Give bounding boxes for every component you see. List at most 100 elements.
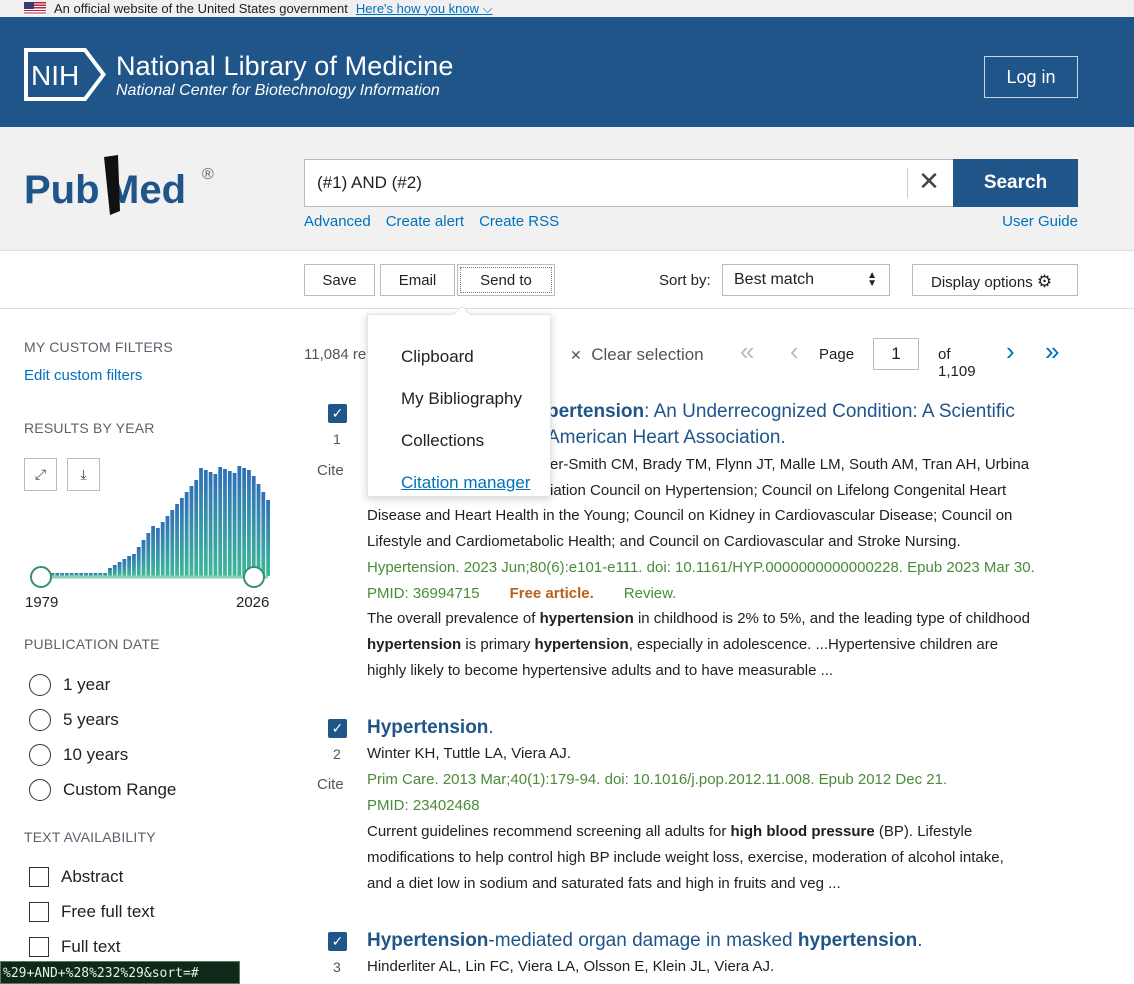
checkbox[interactable] <box>29 902 49 922</box>
previous-page-icon[interactable]: ‹ <box>790 336 799 367</box>
nih-header: NIH National Library of Medicine Nationa… <box>0 17 1134 127</box>
send-to-button[interactable]: Send to <box>457 264 555 296</box>
article-title[interactable]: pertension: An Underrecognized Condition… <box>547 399 1015 425</box>
article-authors-2: iation Council on Hypertension; Council … <box>550 482 1007 499</box>
svg-text:Pub: Pub <box>24 168 100 212</box>
clear-search-icon[interactable]: ✕ <box>917 169 941 195</box>
article-authors-3: Disease and Heart Health in the Young; C… <box>367 507 1013 524</box>
year-bar <box>218 467 223 576</box>
next-page-icon[interactable]: › <box>1006 336 1015 367</box>
sort-select[interactable]: Best match ▲ ▼ <box>722 264 890 296</box>
ncbi-subtitle: National Center for Biotechnology Inform… <box>116 82 440 99</box>
search-button[interactable]: Search <box>953 159 1078 207</box>
sort-value: Best match <box>734 271 815 288</box>
checkbox[interactable] <box>29 937 49 957</box>
menu-item-collections[interactable]: Collections <box>401 431 484 451</box>
year-bar <box>251 476 256 576</box>
radio-button[interactable] <box>29 744 51 766</box>
gear-icon: ⚙ <box>1036 272 1053 291</box>
year-bar <box>242 468 247 576</box>
svg-text:®: ® <box>202 166 214 183</box>
article-checkbox[interactable]: ✓ <box>328 404 347 423</box>
year-end-handle[interactable] <box>243 566 265 588</box>
nlm-title[interactable]: National Library of Medicine <box>116 51 453 82</box>
svg-text:NIH: NIH <box>31 60 79 91</box>
checkbox[interactable] <box>29 867 49 887</box>
radio-label: 5 years <box>63 710 119 729</box>
filter-abstract[interactable]: Abstract <box>29 867 123 887</box>
send-to-menu: Clipboard My Bibliography Collections Ci… <box>367 305 551 497</box>
page-total: of 1,109 <box>938 346 976 380</box>
display-options-label: Display options <box>931 274 1033 291</box>
filter-full-text[interactable]: Full text <box>29 937 121 957</box>
last-page-icon[interactable]: » <box>1045 336 1059 367</box>
article-checkbox[interactable]: ✓ <box>328 932 347 951</box>
search-divider <box>907 168 908 198</box>
cite-button[interactable]: Cite <box>317 776 344 793</box>
year-bar <box>170 510 175 576</box>
checkbox-label: Abstract <box>61 867 124 886</box>
search-band: Pub Med ® ✕ Search Advanced Create alert… <box>0 127 1134 251</box>
search-input[interactable] <box>305 160 905 206</box>
article-title[interactable]: Hypertension-mediated organ damage in ma… <box>367 928 922 954</box>
pub-date-5-years[interactable]: 5 years <box>29 709 119 731</box>
radio-label: 1 year <box>63 675 111 694</box>
year-bar <box>189 486 194 576</box>
search-box: ✕ <box>304 159 954 207</box>
cite-button[interactable]: Cite <box>317 462 344 479</box>
clear-selection-button[interactable]: ✕ Clear selection <box>570 345 704 365</box>
page-number-input[interactable]: 1 <box>873 338 919 370</box>
menu-item-my-bibliography[interactable]: My Bibliography <box>401 389 522 409</box>
pub-date-10-years[interactable]: 10 years <box>29 744 128 766</box>
save-button[interactable]: Save <box>304 264 375 296</box>
advanced-link[interactable]: Advanced <box>304 213 371 230</box>
create-alert-link[interactable]: Create alert <box>386 213 464 230</box>
year-bar <box>232 473 237 576</box>
how-you-know-link[interactable]: Here's how you know ⌵ <box>356 1 493 17</box>
checkbox-label: Full text <box>61 937 121 956</box>
year-bar <box>266 500 270 576</box>
pubmed-logo[interactable]: Pub Med ® <box>24 153 224 223</box>
article-snippet-3: highly likely to become hypertensive adu… <box>367 662 834 679</box>
login-button[interactable]: Log in <box>984 56 1078 98</box>
article-checkbox[interactable]: ✓ <box>328 719 347 738</box>
gov-banner-text: An official website of the United States… <box>54 1 348 16</box>
checkbox-label: Free full text <box>61 902 155 921</box>
article-snippet-2: hypertension is primary hypertension, es… <box>367 636 999 653</box>
menu-item-citation-manager[interactable]: Citation manager <box>401 473 530 493</box>
article-pmid: PMID: 36994715 <box>367 585 480 602</box>
year-bar <box>112 565 117 576</box>
edit-custom-filters-link[interactable]: Edit custom filters <box>24 367 142 384</box>
user-guide-link[interactable]: User Guide <box>1002 213 1078 230</box>
radio-label: 10 years <box>63 745 129 764</box>
year-bar <box>237 466 242 576</box>
results-count: 11,084 re <box>304 346 367 363</box>
article-snippet-2: modifications to help control high BP in… <box>367 849 1004 866</box>
nih-logo[interactable]: NIH <box>24 48 106 101</box>
search-sublinks: Advanced Create alert Create RSS <box>304 213 559 230</box>
menu-item-clipboard[interactable]: Clipboard <box>401 347 474 367</box>
create-rss-link[interactable]: Create RSS <box>479 213 559 230</box>
results-toolbar: Save Email Send to Sort by: Best match ▲… <box>0 251 1134 309</box>
pub-date-1-year[interactable]: 1 year <box>29 674 110 696</box>
chevron-down-icon: ⌵ <box>482 0 493 16</box>
filter-free-full-text[interactable]: Free full text <box>29 902 155 922</box>
article-authors: er-Smith CM, Brady TM, Flynn JT, Malle L… <box>550 456 1030 473</box>
radio-button[interactable] <box>29 674 51 696</box>
article-snippet-1: The overall prevalence of hypertension i… <box>367 610 1030 627</box>
first-page-icon[interactable]: « <box>740 336 754 367</box>
display-options-button[interactable]: Display options ⚙ <box>912 264 1078 296</box>
radio-button[interactable] <box>29 709 51 731</box>
article-title-line-2[interactable]: American Heart Association. <box>547 425 786 451</box>
us-flag-icon <box>24 2 46 15</box>
year-bar <box>194 480 199 576</box>
article-title[interactable]: Hypertension. <box>367 715 494 741</box>
pub-date-custom-range[interactable]: Custom Range <box>29 779 176 801</box>
custom-filters-heading: MY CUSTOM FILTERS <box>24 339 173 355</box>
email-button[interactable]: Email <box>380 264 455 296</box>
year-start-handle[interactable] <box>30 566 52 588</box>
article-journal: Hypertension. 2023 Jun;80(6):e101-e111. … <box>367 559 1035 576</box>
radio-button[interactable] <box>29 779 51 801</box>
year-bar <box>223 469 227 576</box>
results-by-year-chart[interactable] <box>24 460 274 590</box>
